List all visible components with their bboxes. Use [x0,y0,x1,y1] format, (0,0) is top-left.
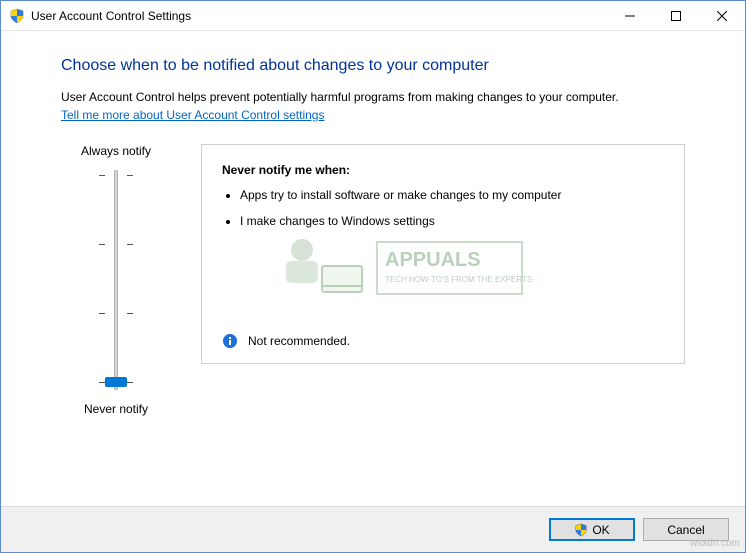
detail-bullet-list: Apps try to install software or make cha… [222,187,664,239]
uac-shield-icon [574,523,588,537]
recommendation-text: Not recommended. [248,334,350,348]
close-icon [717,11,727,21]
minimize-icon [625,11,635,21]
appuals-watermark: APPUALS TECH HOW-TO'S FROM THE EXPERTS! [272,228,532,321]
maximize-button[interactable] [653,1,699,30]
uac-settings-window: User Account Control Settings Choose whe… [0,0,746,553]
detail-bullet: Apps try to install software or make cha… [240,187,664,203]
slider-tick [127,313,133,315]
uac-shield-icon [9,8,25,24]
main-area: Always notify Never notify Never notify … [61,144,685,416]
slider-column: Always notify Never notify [61,144,171,416]
slider-tick [99,244,105,246]
slider-tick [99,313,105,315]
close-button[interactable] [699,1,745,30]
minimize-button[interactable] [607,1,653,30]
ok-button-label: OK [592,523,609,537]
detail-bullet: I make changes to Windows settings [240,213,664,229]
titlebar[interactable]: User Account Control Settings [1,1,745,31]
maximize-icon [671,11,681,21]
level-detail-panel: Never notify me when: Apps try to instal… [201,144,685,364]
site-watermark: wsxdn.com [690,538,740,549]
slider-label-top: Always notify [81,144,151,158]
cancel-button-label: Cancel [667,523,704,537]
window-controls [607,1,745,30]
slider-tick [127,244,133,246]
page-heading: Choose when to be notified about changes… [61,57,685,75]
window-title: User Account Control Settings [31,9,607,23]
slider-thumb[interactable] [105,377,127,387]
slider-label-bottom: Never notify [84,402,148,416]
ok-button[interactable]: OK [549,518,635,541]
detail-title: Never notify me when: [222,163,664,177]
slider-track [114,170,118,390]
slider-tick [99,175,105,177]
slider-tick [127,382,133,384]
svg-text:TECH HOW-TO'S FROM THE EXPERTS: TECH HOW-TO'S FROM THE EXPERTS! [385,275,532,284]
recommendation-row: Not recommended. [222,333,664,349]
svg-text:APPUALS: APPUALS [385,249,481,271]
info-icon [222,333,238,349]
notification-level-slider[interactable] [91,170,141,390]
slider-tick [127,175,133,177]
help-link[interactable]: Tell me more about User Account Control … [61,108,324,122]
content-area: Choose when to be notified about changes… [1,31,745,506]
description-text: User Account Control helps prevent poten… [61,89,685,106]
dialog-footer: OK Cancel [1,506,745,552]
